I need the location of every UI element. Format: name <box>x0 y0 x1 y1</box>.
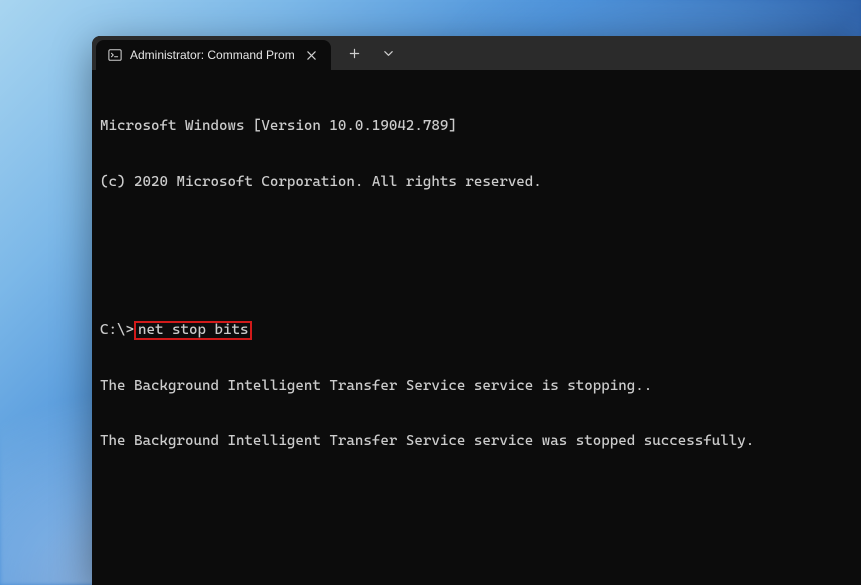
command-highlight: net stop bits <box>134 321 252 340</box>
copyright-line: (c) 2020 Microsoft Corporation. All righ… <box>100 173 853 192</box>
prompt-line: C:\>net stop bits <box>100 321 853 340</box>
tab-command-prompt[interactable]: Administrator: Command Prom <box>96 40 331 70</box>
blank-line <box>100 228 853 247</box>
tab-title: Administrator: Command Prom <box>130 48 295 62</box>
version-line: Microsoft Windows [Version 10.0.19042.78… <box>100 117 853 136</box>
tab-close-button[interactable] <box>303 46 321 64</box>
new-tab-button[interactable] <box>341 39 369 67</box>
titlebar-actions <box>331 36 403 70</box>
terminal-output-area[interactable]: Microsoft Windows [Version 10.0.19042.78… <box>92 70 861 585</box>
output-line: The Background Intelligent Transfer Serv… <box>100 432 853 451</box>
terminal-icon <box>108 48 122 62</box>
blank-line <box>100 488 853 507</box>
tab-dropdown-button[interactable] <box>375 39 403 67</box>
blank-line <box>100 544 853 563</box>
window-titlebar: Administrator: Command Prom <box>92 36 861 70</box>
prompt: C:\> <box>100 322 134 338</box>
command-prompt-window: Administrator: Command Prom Microsoft Wi… <box>92 36 861 585</box>
output-line: The Background Intelligent Transfer Serv… <box>100 377 853 396</box>
